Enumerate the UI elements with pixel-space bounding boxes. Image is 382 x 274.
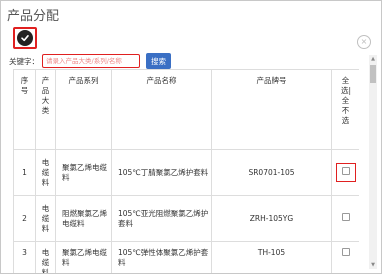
cell-model: TH-105 — [211, 241, 332, 273]
column-header-index: 序号 — [13, 69, 36, 150]
dialog-title: 产品分配 — [7, 9, 60, 24]
search-input[interactable] — [42, 54, 140, 68]
product-table-wrapper: 序号 产品大类 产品系列 产品名称 产品牌号 全选|全不选 1 电缆料 聚氯乙烯… — [13, 69, 359, 273]
column-header-name: 产品名称 — [111, 69, 212, 150]
table-header-row: 序号 产品大类 产品系列 产品名称 产品牌号 全选|全不选 — [13, 69, 359, 150]
cell-series: 阻燃聚氯乙烯电缆料 — [55, 195, 112, 242]
table-row: 1 电缆料 聚氯乙烯电缆料 105℃丁腈聚氯乙烯护套料 SR0701-105 — [13, 149, 359, 196]
cell-name: 105℃丁腈聚氯乙烯护套料 — [111, 149, 212, 196]
product-assign-dialog: 产品分配 × 关键字： 搜索 序号 产品大类 产品系列 — [0, 0, 382, 274]
column-header-series: 产品系列 — [55, 69, 112, 150]
column-header-category: 产品大类 — [35, 69, 56, 150]
search-button[interactable]: 搜索 — [146, 53, 171, 69]
cell-index: 2 — [13, 195, 36, 242]
cell-category: 电缆料 — [35, 195, 56, 242]
cell-select — [331, 241, 359, 273]
check-icon — [17, 30, 33, 46]
column-header-model: 产品牌号 — [211, 69, 332, 150]
select-all-toggle[interactable]: 全选|全不选 — [331, 69, 359, 150]
scroll-up-icon[interactable]: ▲ — [369, 55, 377, 63]
search-row: 关键字： 搜索 — [9, 53, 171, 69]
table-row: 3 电缆料 聚氯乙烯电缆料 105℃弹性体聚氯乙烯护套料 TH-105 — [13, 241, 359, 273]
cell-series: 聚氯乙烯电缆料 — [55, 241, 112, 273]
row-checkbox[interactable] — [341, 167, 350, 175]
row-checkbox[interactable] — [341, 248, 350, 256]
cell-select — [331, 195, 359, 242]
table-row: 2 电缆料 阻燃聚氯乙烯电缆料 105℃亚光阻燃聚氯乙烯护套料 ZRH-105Y… — [13, 195, 359, 242]
confirm-button[interactable] — [13, 27, 37, 49]
close-icon[interactable]: × — [357, 35, 371, 49]
search-label: 关键字： — [9, 56, 39, 66]
cell-model: SR0701-105 — [211, 149, 332, 196]
cell-name: 105℃亚光阻燃聚氯乙烯护套料 — [111, 195, 212, 242]
scroll-down-icon[interactable]: ▼ — [369, 261, 377, 269]
product-table: 序号 产品大类 产品系列 产品名称 产品牌号 全选|全不选 1 电缆料 聚氯乙烯… — [13, 69, 359, 273]
cell-name: 105℃弹性体聚氯乙烯护套料 — [111, 241, 212, 273]
cell-category: 电缆料 — [35, 241, 56, 273]
cell-category: 电缆料 — [35, 149, 56, 196]
cell-index: 1 — [13, 149, 36, 196]
highlight-box — [335, 163, 356, 182]
cell-model: ZRH-105YG — [211, 195, 332, 242]
vertical-scrollbar[interactable]: ▲ ▼ — [369, 55, 377, 269]
cell-index: 3 — [13, 241, 36, 273]
cell-series: 聚氯乙烯电缆料 — [55, 149, 112, 196]
scroll-thumb[interactable] — [370, 65, 376, 83]
row-checkbox[interactable] — [341, 213, 350, 221]
cell-select — [331, 149, 359, 196]
